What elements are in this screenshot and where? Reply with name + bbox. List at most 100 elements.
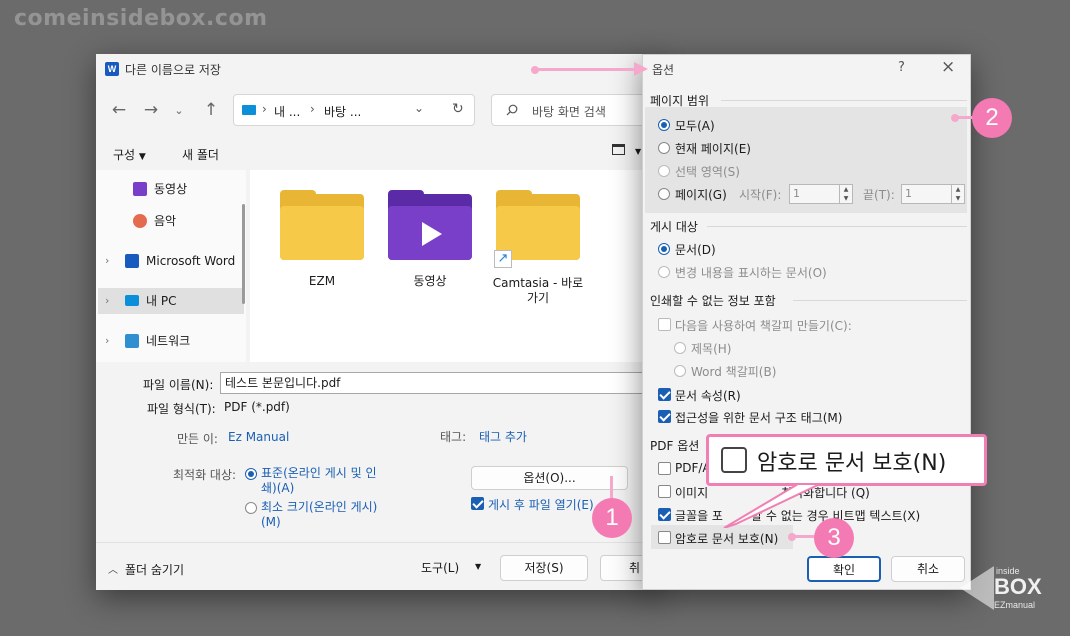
sidebar-item-network[interactable]: › 네트워크 — [96, 328, 242, 354]
create-bookmarks-checkbox[interactable] — [658, 318, 671, 331]
address-bar[interactable]: › 내 ... › 바탕 ... ⌄ ↻ — [233, 94, 475, 126]
publish-markup-radio[interactable] — [658, 266, 670, 278]
insidebox-logo: inside BOX EZmanual — [960, 560, 1060, 618]
breadcrumb-desktop[interactable]: 바탕 ... — [324, 103, 361, 120]
open-after-publish-checkbox[interactable] — [471, 497, 484, 510]
current-page-radio[interactable] — [658, 142, 670, 154]
create-bookmarks-label[interactable]: 다음을 사용하여 책갈피 만들기(C): — [675, 317, 852, 334]
optimize-standard-label[interactable]: 표준(온라인 게시 및 인쇄)(A) — [261, 466, 381, 496]
new-folder-button[interactable]: 새 폴더 — [182, 146, 219, 163]
publish-markup-label[interactable]: 변경 내용을 표시하는 문서(O) — [675, 264, 827, 281]
optimize-minimum-label[interactable]: 최소 크기(온라인 게시)(M) — [261, 500, 381, 530]
forward-arrow-icon[interactable]: → — [140, 100, 162, 120]
close-icon[interactable]: × — [941, 57, 955, 77]
structure-tags-label[interactable]: 접근성을 위한 문서 구조 태그(M) — [675, 409, 842, 426]
bitmap-text-checkbox[interactable] — [658, 508, 671, 521]
pdfa-checkbox[interactable] — [658, 462, 671, 475]
pages-label[interactable]: 페이지(G) — [675, 186, 727, 203]
filename-input[interactable]: 테스트 본문입니다.pdf — [220, 372, 658, 394]
callout-label: 암호로 문서 보호(N) — [757, 451, 947, 476]
document-properties-label[interactable]: 문서 속성(R) — [675, 387, 741, 404]
save-button[interactable]: 저장(S) — [500, 555, 588, 581]
folder-videos[interactable]: 동영상 — [382, 190, 478, 289]
from-stepper[interactable]: 1 ▲ ▼ — [789, 184, 853, 204]
folder-ezm[interactable]: EZM — [274, 190, 370, 289]
expand-chevron-icon[interactable]: › — [105, 248, 109, 274]
stepper-arrows-icon[interactable]: ▲ ▼ — [951, 185, 964, 203]
publish-what-section: 게시 대상 — [650, 220, 698, 234]
publish-document-radio[interactable] — [658, 243, 670, 255]
breadcrumb-my-pc[interactable]: 내 ... — [274, 103, 300, 120]
stepper-arrows-icon[interactable]: ▲ ▼ — [839, 185, 852, 203]
sidebar-item-music[interactable]: 음악 — [96, 208, 242, 234]
tags-link[interactable]: 태그 추가 — [479, 428, 527, 445]
options-cancel-button[interactable]: 취소 — [891, 556, 965, 582]
logo-line-2: BOX — [994, 574, 1042, 599]
save-dialog-title: 다른 이름으로 저장 — [125, 63, 221, 77]
play-icon — [422, 222, 442, 246]
expand-chevron-icon[interactable]: › — [105, 288, 109, 314]
organize-button[interactable]: 구성 ▼ — [113, 146, 146, 163]
search-icon — [506, 104, 518, 116]
recent-chevron-icon[interactable]: ⌄ — [168, 104, 190, 117]
callout-checkbox-icon — [721, 447, 747, 473]
page-range-all-radio[interactable] — [658, 119, 670, 131]
encrypt-checkbox[interactable] — [658, 531, 671, 544]
headings-label[interactable]: 제목(H) — [691, 340, 731, 357]
tags-label: 태그: — [440, 430, 467, 444]
sidebar-item-my-pc[interactable]: › 내 PC — [98, 288, 244, 314]
publish-document-label[interactable]: 문서(D) — [675, 241, 716, 258]
pages-radio[interactable] — [658, 188, 670, 200]
section-divider — [793, 300, 967, 301]
logo-line-3: EZmanual — [994, 600, 1036, 610]
document-properties-checkbox[interactable] — [658, 388, 671, 401]
collapse-chevron-icon[interactable]: ︿ — [108, 561, 118, 576]
author-value[interactable]: Ez Manual — [228, 430, 289, 444]
tools-dropdown-icon[interactable]: ▼ — [475, 562, 481, 571]
search-box[interactable]: 바탕 화면 검색 — [491, 94, 658, 126]
music-icon — [133, 214, 147, 228]
filetype-select[interactable]: PDF (*.pdf) — [220, 396, 658, 418]
optimize-standard-radio[interactable] — [245, 468, 257, 480]
bitmap-text-label-left[interactable]: 글꼴을 포 — [675, 507, 723, 524]
filetype-label: 파일 형식(T): — [147, 402, 216, 416]
up-arrow-icon[interactable]: ↑ — [200, 100, 222, 120]
selection-label[interactable]: 선택 영역(S) — [675, 163, 740, 180]
address-dropdown-icon[interactable]: ⌄ — [414, 101, 424, 115]
encrypt-label[interactable]: 암호로 문서 보호(N) — [675, 530, 778, 547]
folder-camtasia-shortcut[interactable]: ↗ Camtasia - 바로 가기 — [490, 190, 586, 306]
network-icon — [125, 334, 139, 348]
step-badge-1: 1 — [592, 498, 632, 538]
step-badge-2: 2 — [972, 98, 1012, 138]
view-options-icon[interactable] — [612, 144, 625, 155]
open-after-publish-label[interactable]: 게시 후 파일 열기(E) — [488, 496, 594, 513]
structure-tags-checkbox[interactable] — [658, 410, 671, 423]
bitmap-images-checkbox[interactable] — [658, 485, 671, 498]
page-range-all-label[interactable]: 모두(A) — [675, 117, 715, 134]
bitmap-images-label-left[interactable]: 이미지 — [675, 484, 708, 501]
current-page-label[interactable]: 현재 페이지(E) — [675, 140, 751, 157]
breadcrumb-separator-icon: › — [262, 102, 267, 116]
optimize-minimum-radio[interactable] — [245, 502, 257, 514]
selection-radio[interactable] — [658, 165, 670, 177]
pc-icon — [242, 105, 256, 115]
back-arrow-icon[interactable]: ← — [108, 100, 130, 120]
word-bookmarks-radio[interactable] — [674, 365, 686, 377]
sidebar-scrollbar[interactable] — [242, 204, 245, 304]
view-dropdown-icon[interactable]: ▼ — [635, 147, 641, 156]
tools-button[interactable]: 도구(L) — [421, 559, 459, 576]
expand-chevron-icon[interactable]: › — [105, 328, 109, 354]
sidebar-item-videos[interactable]: 동영상 — [96, 176, 242, 202]
options-button[interactable]: 옵션(O)... — [471, 466, 628, 490]
video-folder-icon — [388, 190, 472, 260]
save-dialog-footer: ︿ 폴더 숨기기 도구(L) ▼ 저장(S) 취 — [96, 542, 658, 590]
command-bar: 구성 ▼ 새 폴더 ▼ — [96, 138, 658, 168]
hide-folders-button[interactable]: 폴더 숨기기 — [125, 561, 184, 578]
ok-button[interactable]: 확인 — [807, 556, 881, 582]
headings-radio[interactable] — [674, 342, 686, 354]
word-bookmarks-label[interactable]: Word 책갈피(B) — [691, 363, 776, 380]
refresh-icon[interactable]: ↻ — [452, 101, 464, 117]
to-stepper[interactable]: 1 ▲ ▼ — [901, 184, 965, 204]
sidebar-item-microsoft-word[interactable]: › Microsoft Word — [96, 248, 242, 274]
help-icon[interactable]: ? — [898, 60, 905, 75]
